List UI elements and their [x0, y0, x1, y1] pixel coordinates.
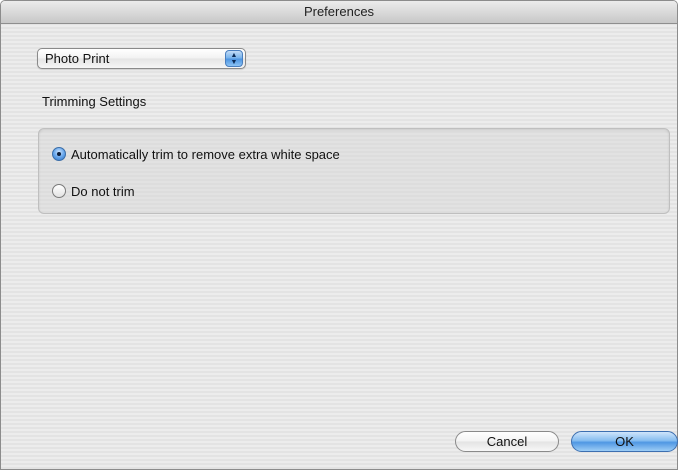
radio-auto-trim[interactable]: Automatically trim to remove extra white…	[52, 146, 340, 162]
radio-button-icon[interactable]	[52, 184, 66, 198]
title-bar[interactable]: Preferences	[1, 1, 677, 24]
popup-selected-value: Photo Print	[45, 51, 110, 66]
radio-button-selected-icon[interactable]	[52, 147, 66, 161]
window-title: Preferences	[303, 4, 375, 19]
chevron-up-down-icon: ▲ ▼	[225, 50, 243, 67]
trimming-settings-label: Trimming Settings	[42, 94, 147, 109]
preferences-window: Preferences Photo Print ▲ ▼ Trimming Sett…	[0, 0, 678, 470]
trimming-options-group	[38, 128, 670, 214]
cancel-button[interactable]: Cancel	[455, 431, 559, 452]
printer-type-popup[interactable]: Photo Print ▲ ▼	[37, 48, 246, 69]
radio-auto-trim-label: Automatically trim to remove extra white…	[71, 146, 340, 162]
radio-do-not-trim-label: Do not trim	[71, 183, 135, 199]
radio-do-not-trim[interactable]: Do not trim	[52, 183, 135, 199]
ok-button[interactable]: OK	[571, 431, 678, 452]
